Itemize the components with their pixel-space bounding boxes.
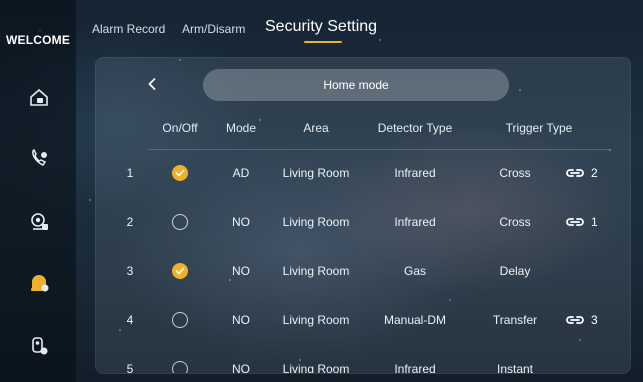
row-trigger-type[interactable]: Cross	[499, 215, 530, 229]
active-tab-indicator	[304, 41, 342, 43]
on-off-checkbox[interactable]	[172, 361, 188, 373]
row-area[interactable]: Living Room	[283, 215, 350, 229]
table-row[interactable]: 2 NO Living Room Infrared Cross 1	[96, 210, 630, 234]
linked-zone[interactable]: 3	[565, 313, 598, 327]
linked-zone-number: 2	[591, 166, 598, 180]
mode-label: Home mode	[323, 78, 389, 92]
row-mode[interactable]: NO	[232, 264, 250, 278]
header-area: Area	[303, 121, 329, 135]
back-button[interactable]	[144, 74, 160, 94]
header-detector-type: Detector Type	[377, 121, 453, 135]
header-trigger-type: Trigger Type	[505, 121, 573, 135]
mode-selector[interactable]: Home mode	[203, 69, 509, 101]
row-detector-type[interactable]: Gas	[404, 264, 426, 278]
chevron-left-icon	[148, 78, 156, 90]
row-trigger-type[interactable]: Instant	[497, 362, 533, 373]
row-trigger-type[interactable]: Transfer	[493, 313, 537, 327]
header-divider	[148, 149, 610, 150]
row-area[interactable]: Living Room	[283, 264, 350, 278]
row-area[interactable]: Living Room	[283, 313, 350, 327]
link-icon	[566, 169, 584, 177]
row-number: 2	[126, 215, 134, 229]
intercom-icon[interactable]	[26, 333, 52, 359]
row-trigger-type[interactable]: Cross	[499, 166, 530, 180]
linked-zone-number: 3	[591, 313, 598, 327]
header-on-off: On/Off	[162, 121, 198, 135]
row-detector-type[interactable]: Infrared	[394, 215, 435, 229]
row-mode[interactable]: NO	[232, 362, 250, 373]
row-number: 4	[126, 313, 134, 327]
camera-icon[interactable]	[26, 209, 52, 235]
phone-call-icon[interactable]	[26, 145, 52, 171]
row-area[interactable]: Living Room	[283, 166, 350, 180]
on-off-checkbox[interactable]	[172, 214, 188, 230]
table-row[interactable]: 4 NO Living Room Manual-DM Transfer 3	[96, 308, 630, 332]
linked-zone[interactable]: 1	[565, 215, 598, 229]
linked-zone[interactable]: 2	[565, 166, 598, 180]
on-off-checkbox[interactable]	[172, 263, 188, 279]
checkmark-icon	[175, 267, 185, 275]
alarm-icon[interactable]	[26, 270, 52, 296]
row-number: 5	[126, 362, 134, 374]
row-detector-type[interactable]: Infrared	[394, 166, 435, 180]
sidebar: WELCOME	[0, 0, 76, 382]
tab-arm-disarm[interactable]: Arm/Disarm	[182, 22, 245, 36]
linked-zone-number: 1	[591, 215, 598, 229]
header-mode: Mode	[225, 121, 257, 135]
tab-security-setting[interactable]: Security Setting	[265, 18, 377, 36]
home-lock-icon[interactable]	[26, 84, 52, 110]
row-trigger-type[interactable]: Delay	[500, 264, 531, 278]
on-off-checkbox[interactable]	[172, 312, 188, 328]
on-off-checkbox[interactable]	[172, 165, 188, 181]
welcome-title: WELCOME	[5, 33, 71, 47]
row-area[interactable]: Living Room	[283, 362, 350, 373]
row-number: 3	[126, 264, 134, 278]
tab-alarm-record[interactable]: Alarm Record	[92, 22, 165, 36]
security-panel: Home mode On/Off Mode Area Detector Type…	[95, 57, 631, 374]
row-number: 1	[126, 166, 134, 180]
checkmark-icon	[175, 169, 185, 177]
row-detector-type[interactable]: Infrared	[394, 362, 435, 373]
table-row[interactable]: 3 NO Living Room Gas Delay	[96, 259, 630, 283]
row-mode[interactable]: NO	[232, 313, 250, 327]
row-detector-type[interactable]: Manual-DM	[384, 313, 446, 327]
table-row[interactable]: 1 AD Living Room Infrared Cross 2	[96, 161, 630, 185]
row-mode[interactable]: AD	[233, 166, 250, 180]
link-icon	[566, 316, 584, 324]
link-icon	[566, 218, 584, 226]
table-row[interactable]: 5 NO Living Room Infrared Instant	[96, 357, 630, 374]
row-mode[interactable]: NO	[232, 215, 250, 229]
